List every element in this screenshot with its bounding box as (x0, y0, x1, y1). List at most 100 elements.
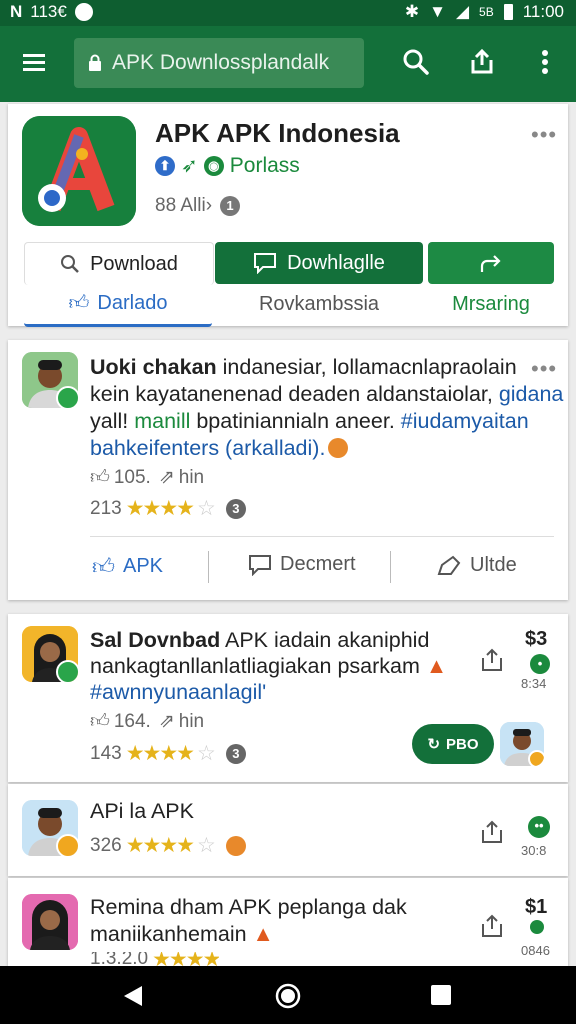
share-small-icon: ⇗ (158, 711, 175, 732)
back-icon[interactable] (122, 984, 144, 1008)
list-item-hashtag[interactable]: #awnnyunaanlagil' (90, 680, 266, 704)
recents-icon[interactable] (431, 985, 451, 1005)
item-count: 30:8 (521, 843, 547, 858)
rating-star-empty-icon: ☆ (197, 834, 216, 857)
post-text-1: indanesiar, lollamacnlapraolain (216, 355, 517, 379)
app-meta-text: 88 Alli› (155, 195, 213, 216)
online-badge-icon (56, 660, 78, 682)
status-time-left: 113€ (30, 2, 67, 21)
like-button[interactable]: 👍︎ APK (92, 553, 163, 580)
rating-count: 1.3.2.0 (90, 952, 149, 966)
list-item-line-2: nankagtanllanlatliagiakan psarkam ▲ (90, 653, 447, 680)
like-count-icon: 👍︎ (90, 711, 110, 732)
system-nav-bar (0, 966, 576, 1024)
post-text-line-2: kein kayatanenenad deaden aldanstaiolar,… (90, 381, 563, 408)
status-dot-icon (530, 920, 544, 934)
post-link[interactable]: gidana (499, 382, 564, 406)
list-item-likes: 👍︎ 164. ⇗ hin (90, 710, 204, 733)
list-item-text-1: Remina dham APK peplanga dak (90, 895, 407, 919)
post-text-line-3: yall! manill bpatiniannialn aneer. #iuda… (90, 408, 529, 435)
menu-icon[interactable] (22, 50, 46, 74)
fire-icon: ▲ (246, 922, 274, 946)
avatar[interactable] (22, 352, 78, 408)
list-item-title: Remina dham APK peplanga dak (90, 894, 407, 921)
share-icon[interactable] (468, 48, 496, 76)
app-meta-badge: 1 (220, 196, 241, 216)
share-post-label: Ultde (470, 553, 517, 576)
item-count: 0846 (521, 943, 550, 958)
bluetooth-icon: ✱ (404, 2, 420, 21)
secondary-tab-label: Rovkambssia (258, 292, 380, 315)
item-count: 8:34 (521, 676, 547, 691)
search-icon (61, 255, 79, 273)
like-button-label: APK (123, 555, 164, 577)
share-post-button[interactable]: Ultde (436, 553, 517, 577)
post-text-line-1: Uoki chakan indanesiar, lollamacnlapraol… (90, 354, 517, 381)
list-item-rating: 326 ★★★★ ☆ (90, 833, 246, 858)
rating-stars-icon: ★★★★ (152, 952, 220, 966)
fire-icon: ▲ (419, 654, 448, 678)
list-item-line-2: maniikanhemain ▲ (90, 921, 274, 948)
url-text: APK Downlossplandalk (112, 51, 330, 74)
app-more-icon[interactable]: ••• (531, 122, 557, 148)
share-text: hin (178, 710, 205, 732)
search-icon[interactable] (402, 48, 430, 76)
upload-icon[interactable] (480, 914, 504, 943)
avatar[interactable] (500, 722, 544, 766)
share-button[interactable] (428, 242, 554, 284)
app-meta: 88 Alli› 1 (155, 195, 241, 217)
sharing-tab[interactable]: Mrsaring (428, 284, 554, 324)
search-download-label: Pownload (90, 252, 178, 275)
lock-icon (89, 54, 101, 71)
pbo-button[interactable]: ↻ PBO (412, 724, 494, 764)
upload-icon[interactable] (480, 820, 504, 849)
list-item-text-2: nankagtanllanlatliagiakan psarkam (90, 654, 420, 678)
app-bar: APK Downlossplandalk (0, 26, 576, 102)
refresh-icon: ↻ (427, 736, 441, 753)
comment-button[interactable]: Decmert (248, 553, 356, 576)
list-item-text-2: maniikanhemain (90, 922, 247, 946)
avatar[interactable] (22, 894, 78, 950)
verified-icon: ⬆ (155, 155, 175, 176)
app-badges: ⬆ ➶ ◉ Porlass (155, 153, 300, 178)
signal-label: 5B (479, 5, 494, 19)
rating-stars-icon: ★★★★ (125, 742, 195, 765)
secondary-tab[interactable]: Rovkambssia (215, 284, 423, 324)
app-logo-icon (22, 116, 136, 226)
list-item-title-text: APi la APK (90, 799, 194, 823)
notification-icon: N (10, 2, 23, 21)
comment-button-label: Decmert (280, 553, 356, 575)
status-dot-icon: • (530, 654, 550, 674)
power-icon: ◉ (203, 155, 224, 176)
comment-icon (249, 554, 271, 576)
thumbs-up-icon: 👍︎ (92, 554, 115, 579)
share-text: hin (178, 466, 205, 488)
post-hashtag[interactable]: #iudamyaitan (401, 409, 529, 433)
post-text-4[interactable]: bahkeifenters (arkalladi). (90, 436, 325, 460)
like-count: 105. (113, 466, 151, 488)
list-item-title: Sal Dovnbad APK iadain akaniphid (90, 627, 429, 654)
home-icon[interactable] (275, 983, 301, 1009)
post-more-icon[interactable]: ••• (531, 356, 557, 382)
thumbs-up-icon: 👍︎ (68, 292, 90, 314)
like-tab[interactable]: 👍︎ Darlado (24, 282, 212, 327)
primary-download-button[interactable]: Dowhlaglle (215, 242, 423, 284)
rating-stars-icon: ★★★★ (125, 834, 195, 857)
rating-count: 213 (90, 497, 122, 519)
list-item-text-1: APK iadain akaniphid (220, 628, 430, 652)
primary-download-label: Dowhlaglle (287, 251, 385, 274)
rating-stars-icon: ★★★★ (125, 497, 195, 520)
post-rating: 213 ★★★★ ☆ 3 (90, 496, 246, 521)
status-bar: N 113€ ✱ ▼ ◢ 5B 11:00 (0, 0, 576, 26)
rating-count: 143 (90, 742, 122, 764)
post-mention[interactable]: manill (134, 409, 190, 433)
badge-label: Porlass (229, 153, 300, 177)
emoji-icon (225, 835, 246, 856)
overflow-menu-icon[interactable] (531, 48, 559, 76)
url-bar[interactable]: APK Downlossplandalk (74, 38, 364, 88)
avatar[interactable] (22, 800, 78, 856)
upload-icon[interactable] (480, 648, 504, 677)
avatar[interactable] (22, 626, 78, 682)
search-download-tab[interactable]: Pownload (24, 242, 214, 285)
app-title: APK APK Indonesia (155, 118, 400, 148)
